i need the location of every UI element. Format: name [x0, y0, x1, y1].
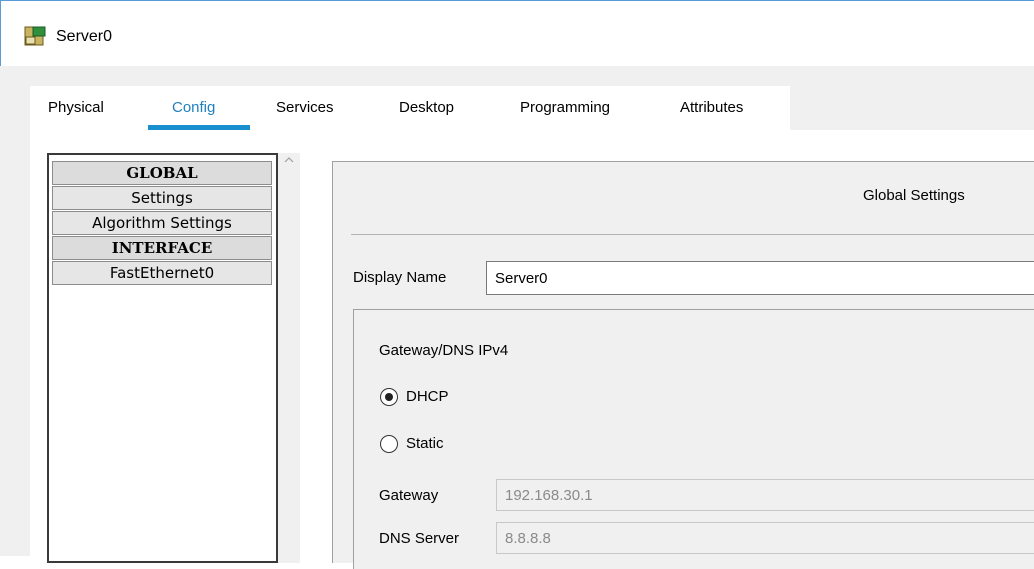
- tab-services[interactable]: Services: [276, 99, 334, 116]
- tab-attributes[interactable]: Attributes: [680, 99, 743, 116]
- tab-desktop[interactable]: Desktop: [399, 99, 454, 116]
- radio-unselected-icon: [380, 435, 398, 453]
- dns-server-input[interactable]: [496, 522, 1034, 554]
- sidebar-item-settings[interactable]: Settings: [52, 186, 272, 210]
- window-title: Server0: [56, 28, 113, 45]
- global-settings-panel: Global Settings Display Name Gateway/DNS…: [332, 161, 1034, 569]
- dhcp-label: DHCP: [406, 388, 449, 405]
- sidebar-scrollbar[interactable]: [278, 153, 300, 563]
- config-content: GLOBAL Settings Algorithm Settings INTER…: [30, 130, 1034, 569]
- config-sidebar: GLOBAL Settings Algorithm Settings INTER…: [47, 153, 278, 563]
- gateway-input[interactable]: [496, 479, 1034, 511]
- static-radio[interactable]: Static: [380, 435, 500, 457]
- tab-bar: Physical Config Services Desktop Program…: [30, 86, 790, 130]
- window-title-bar: Server0: [0, 0, 1034, 66]
- dns-server-label: DNS Server: [379, 530, 460, 547]
- tab-physical[interactable]: Physical: [48, 99, 104, 116]
- display-name-input[interactable]: [486, 261, 1034, 295]
- gateway-dns-heading: Gateway/DNS IPv4: [379, 342, 509, 359]
- gateway-dns-group: Gateway/DNS IPv4 DHCP Static Gateway DNS…: [353, 309, 1034, 569]
- gateway-label: Gateway: [379, 487, 439, 504]
- dhcp-radio[interactable]: DHCP: [380, 388, 500, 410]
- sidebar-header-global: GLOBAL: [52, 161, 272, 185]
- tab-config[interactable]: Config: [172, 99, 215, 116]
- sidebar-header-interface: INTERFACE: [52, 236, 272, 260]
- tab-container: Physical Config Services Desktop Program…: [0, 66, 1034, 569]
- server-icon: [24, 26, 46, 46]
- panel-title: Global Settings: [863, 187, 965, 204]
- chevron-up-icon[interactable]: [284, 157, 294, 163]
- static-label: Static: [406, 435, 444, 452]
- display-name-label: Display Name: [353, 269, 447, 286]
- divider: [351, 234, 1034, 235]
- radio-selected-icon: [380, 388, 398, 406]
- sidebar-item-algorithm-settings[interactable]: Algorithm Settings: [52, 211, 272, 235]
- sidebar-item-fastethernet0[interactable]: FastEthernet0: [52, 261, 272, 285]
- tab-programming[interactable]: Programming: [520, 99, 610, 116]
